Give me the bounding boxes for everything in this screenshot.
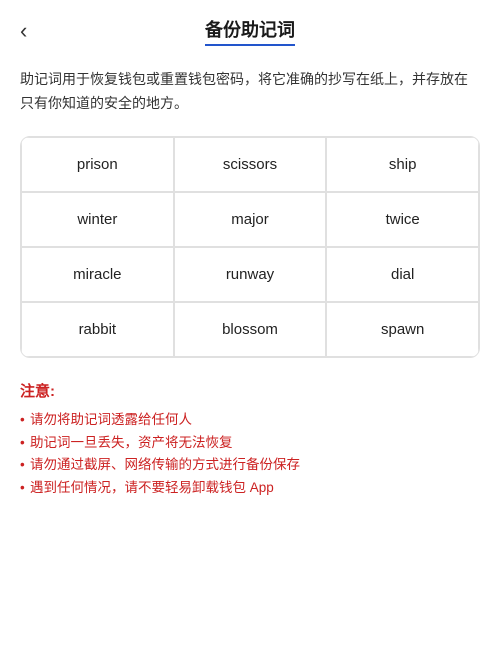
mnemonic-word-cell: spawn bbox=[326, 302, 479, 357]
notes-list-item: 助记词一旦丢失，资产将无法恢复 bbox=[20, 432, 480, 455]
mnemonic-word-cell: ship bbox=[326, 137, 479, 192]
header: ‹ 备份助记词 bbox=[0, 0, 500, 54]
mnemonic-word-cell: rabbit bbox=[21, 302, 174, 357]
mnemonic-word-cell: dial bbox=[326, 247, 479, 302]
notes-list-item: 请勿通过截屏、网络传输的方式进行备份保存 bbox=[20, 454, 480, 477]
mnemonic-word-cell: major bbox=[174, 192, 327, 247]
back-button[interactable]: ‹ bbox=[20, 20, 27, 42]
mnemonic-grid: prisonscissorsship wintermajortwice miracl… bbox=[21, 137, 479, 357]
page-title: 备份助记词 bbox=[205, 16, 295, 46]
mnemonic-word-cell: twice bbox=[326, 192, 479, 247]
mnemonic-word-cell: miracle bbox=[21, 247, 174, 302]
mnemonic-word-cell: winter bbox=[21, 192, 174, 247]
notes-list-item: 遇到任何情况，请不要轻易卸载钱包 App bbox=[20, 477, 480, 500]
notes-list: 请勿将助记词透露给任何人助记词一旦丢失，资产将无法恢复请勿通过截屏、网络传输的方… bbox=[20, 409, 480, 501]
mnemonic-word-cell: runway bbox=[174, 247, 327, 302]
description-text: 助记词用于恢复钱包或重置钱包密码，将它准确的抄写在纸上，并存放在只有你知道的安全… bbox=[0, 54, 500, 126]
mnemonic-word-cell: blossom bbox=[174, 302, 327, 357]
notes-title: 注意: bbox=[20, 380, 480, 401]
mnemonic-word-cell: scissors bbox=[174, 137, 327, 192]
notes-list-item: 请勿将助记词透露给任何人 bbox=[20, 409, 480, 432]
mnemonic-word-cell: prison bbox=[21, 137, 174, 192]
mnemonic-grid-container: prisonscissorsship wintermajortwice miracl… bbox=[20, 136, 480, 358]
notes-section: 注意: 请勿将助记词透露给任何人助记词一旦丢失，资产将无法恢复请勿通过截屏、网络… bbox=[0, 368, 500, 521]
